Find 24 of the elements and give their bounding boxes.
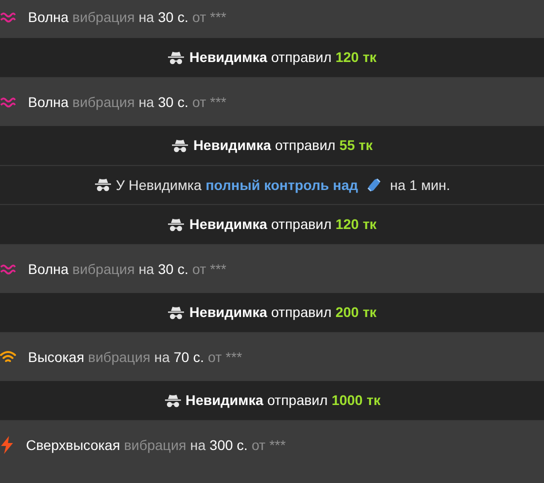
lightning-icon — [0, 436, 14, 454]
tip-message: Невидимка отправил 55 тк — [193, 136, 373, 155]
spy-icon — [167, 50, 186, 64]
spy-icon — [167, 218, 186, 232]
tip-message: Невидимка отправил 200 тк — [189, 303, 377, 322]
tip-message: Невидимка отправил 1000 тк — [186, 391, 380, 410]
spy-icon — [94, 178, 112, 192]
vibration-message: Волна вибрация на 30 с. от *** — [28, 260, 226, 279]
spy-icon — [164, 394, 182, 408]
tip-message: Невидимка отправил 120 тк — [189, 48, 377, 67]
control-action: полный контроль над — [206, 176, 358, 195]
spy-icon — [171, 138, 190, 152]
wifi-icon — [0, 350, 16, 364]
wave-icon — [0, 11, 16, 23]
spy-icon — [167, 306, 186, 320]
wave-icon — [0, 263, 16, 275]
vibration-message: Высокая вибрация на 70 с. от *** — [28, 348, 242, 367]
wave-icon — [0, 96, 16, 108]
vibration-message: Волна вибрация на 30 с. от *** — [28, 8, 226, 27]
tip-message: Невидимка отправил 120 тк — [189, 215, 377, 234]
control-duration: на 1 мин. — [390, 176, 450, 194]
vibration-message: Сверхвысокая вибрация на 300 с. от *** — [26, 436, 286, 455]
control-lead: У Невидимка — [116, 176, 202, 195]
vibration-message: Волна вибрация на 30 с. от *** — [28, 92, 226, 112]
